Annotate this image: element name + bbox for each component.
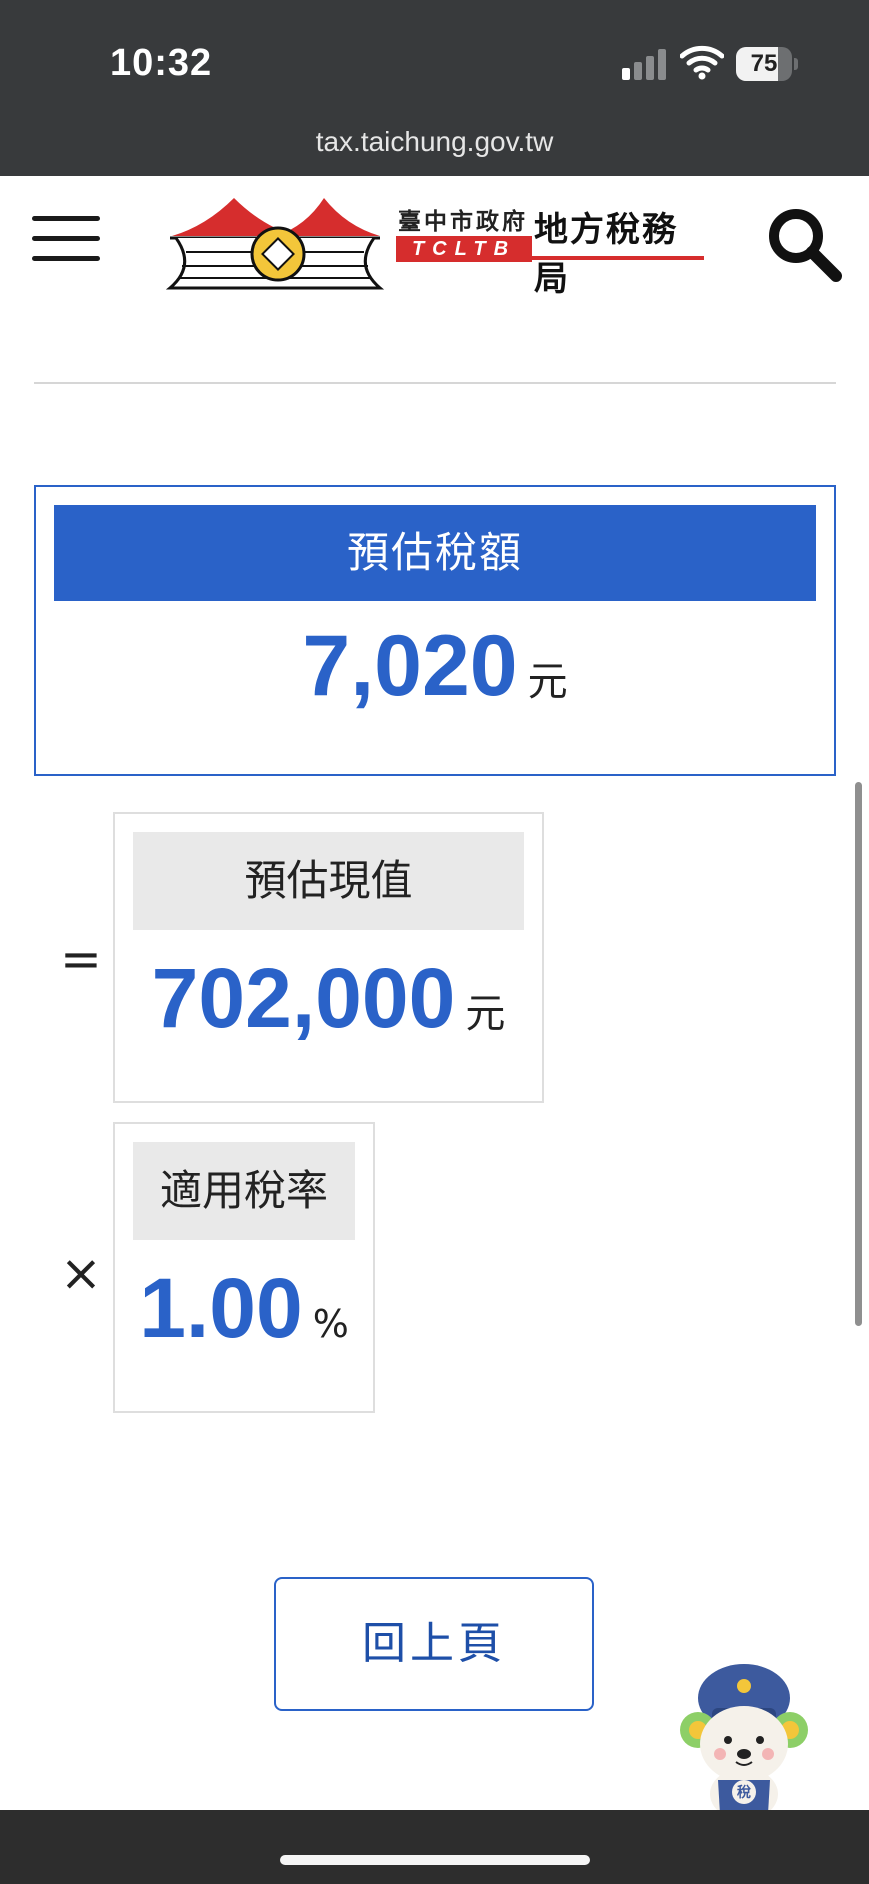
- cellular-signal-icon: [622, 48, 666, 80]
- logo-city-text: 臺中市政府: [398, 209, 528, 235]
- current-value-unit: 元: [465, 991, 506, 1037]
- current-value-label: 預估現值: [133, 832, 524, 930]
- wifi-icon: [679, 44, 725, 80]
- estimated-tax-value: 7,020: [302, 618, 518, 714]
- logo-office-text: 地方稅務局: [534, 210, 678, 299]
- logo-abbr-badge: TCLTB: [396, 236, 532, 262]
- tax-rate-amount: 1.00%: [115, 1260, 373, 1357]
- logo-abbr-text: TCLTB: [411, 238, 517, 260]
- tax-rate-label: 適用稅率: [133, 1142, 355, 1240]
- tax-rate-number: 1.00: [139, 1261, 303, 1355]
- current-value-box: 預估現值 702,000 元: [113, 812, 544, 1103]
- home-indicator[interactable]: [280, 1855, 590, 1865]
- battery-nub: [794, 58, 798, 70]
- mascot-badge: 稅: [737, 1785, 751, 1801]
- current-value-amount: 702,000 元: [115, 950, 542, 1047]
- multiply-sign: ×: [60, 1244, 102, 1302]
- current-value-number: 702,000: [151, 951, 456, 1045]
- tax-rate-unit: %: [312, 1302, 349, 1346]
- estimated-tax-unit: 元: [527, 659, 568, 705]
- page-scrollbar[interactable]: [855, 782, 862, 1326]
- bottom-toolbar: [0, 1810, 869, 1884]
- battery-percent: 75: [750, 50, 778, 77]
- estimated-tax-title: 預估稅額: [54, 505, 816, 601]
- estimated-tax-card: 預估稅額 7,020 元: [34, 485, 836, 776]
- header-divider: [34, 382, 836, 384]
- mascot-bear-icon[interactable]: 稅: [672, 1656, 822, 1826]
- status-time: 10:32: [110, 42, 213, 84]
- tax-rate-box: 適用稅率 1.00%: [113, 1122, 375, 1413]
- estimated-tax-amount: 7,020 元: [36, 617, 834, 716]
- tclt-logo[interactable]: 臺中市政府 TCLTB 地方稅務局: [165, 196, 706, 299]
- equals-sign: =: [60, 930, 102, 988]
- url-bar[interactable]: tax.taichung.gov.tw: [0, 126, 869, 158]
- menu-icon[interactable]: [32, 216, 100, 262]
- back-button[interactable]: 回上頁: [274, 1577, 594, 1711]
- battery-icon: 75: [736, 47, 792, 81]
- logo-underline: [532, 256, 704, 260]
- search-icon[interactable]: [764, 204, 844, 284]
